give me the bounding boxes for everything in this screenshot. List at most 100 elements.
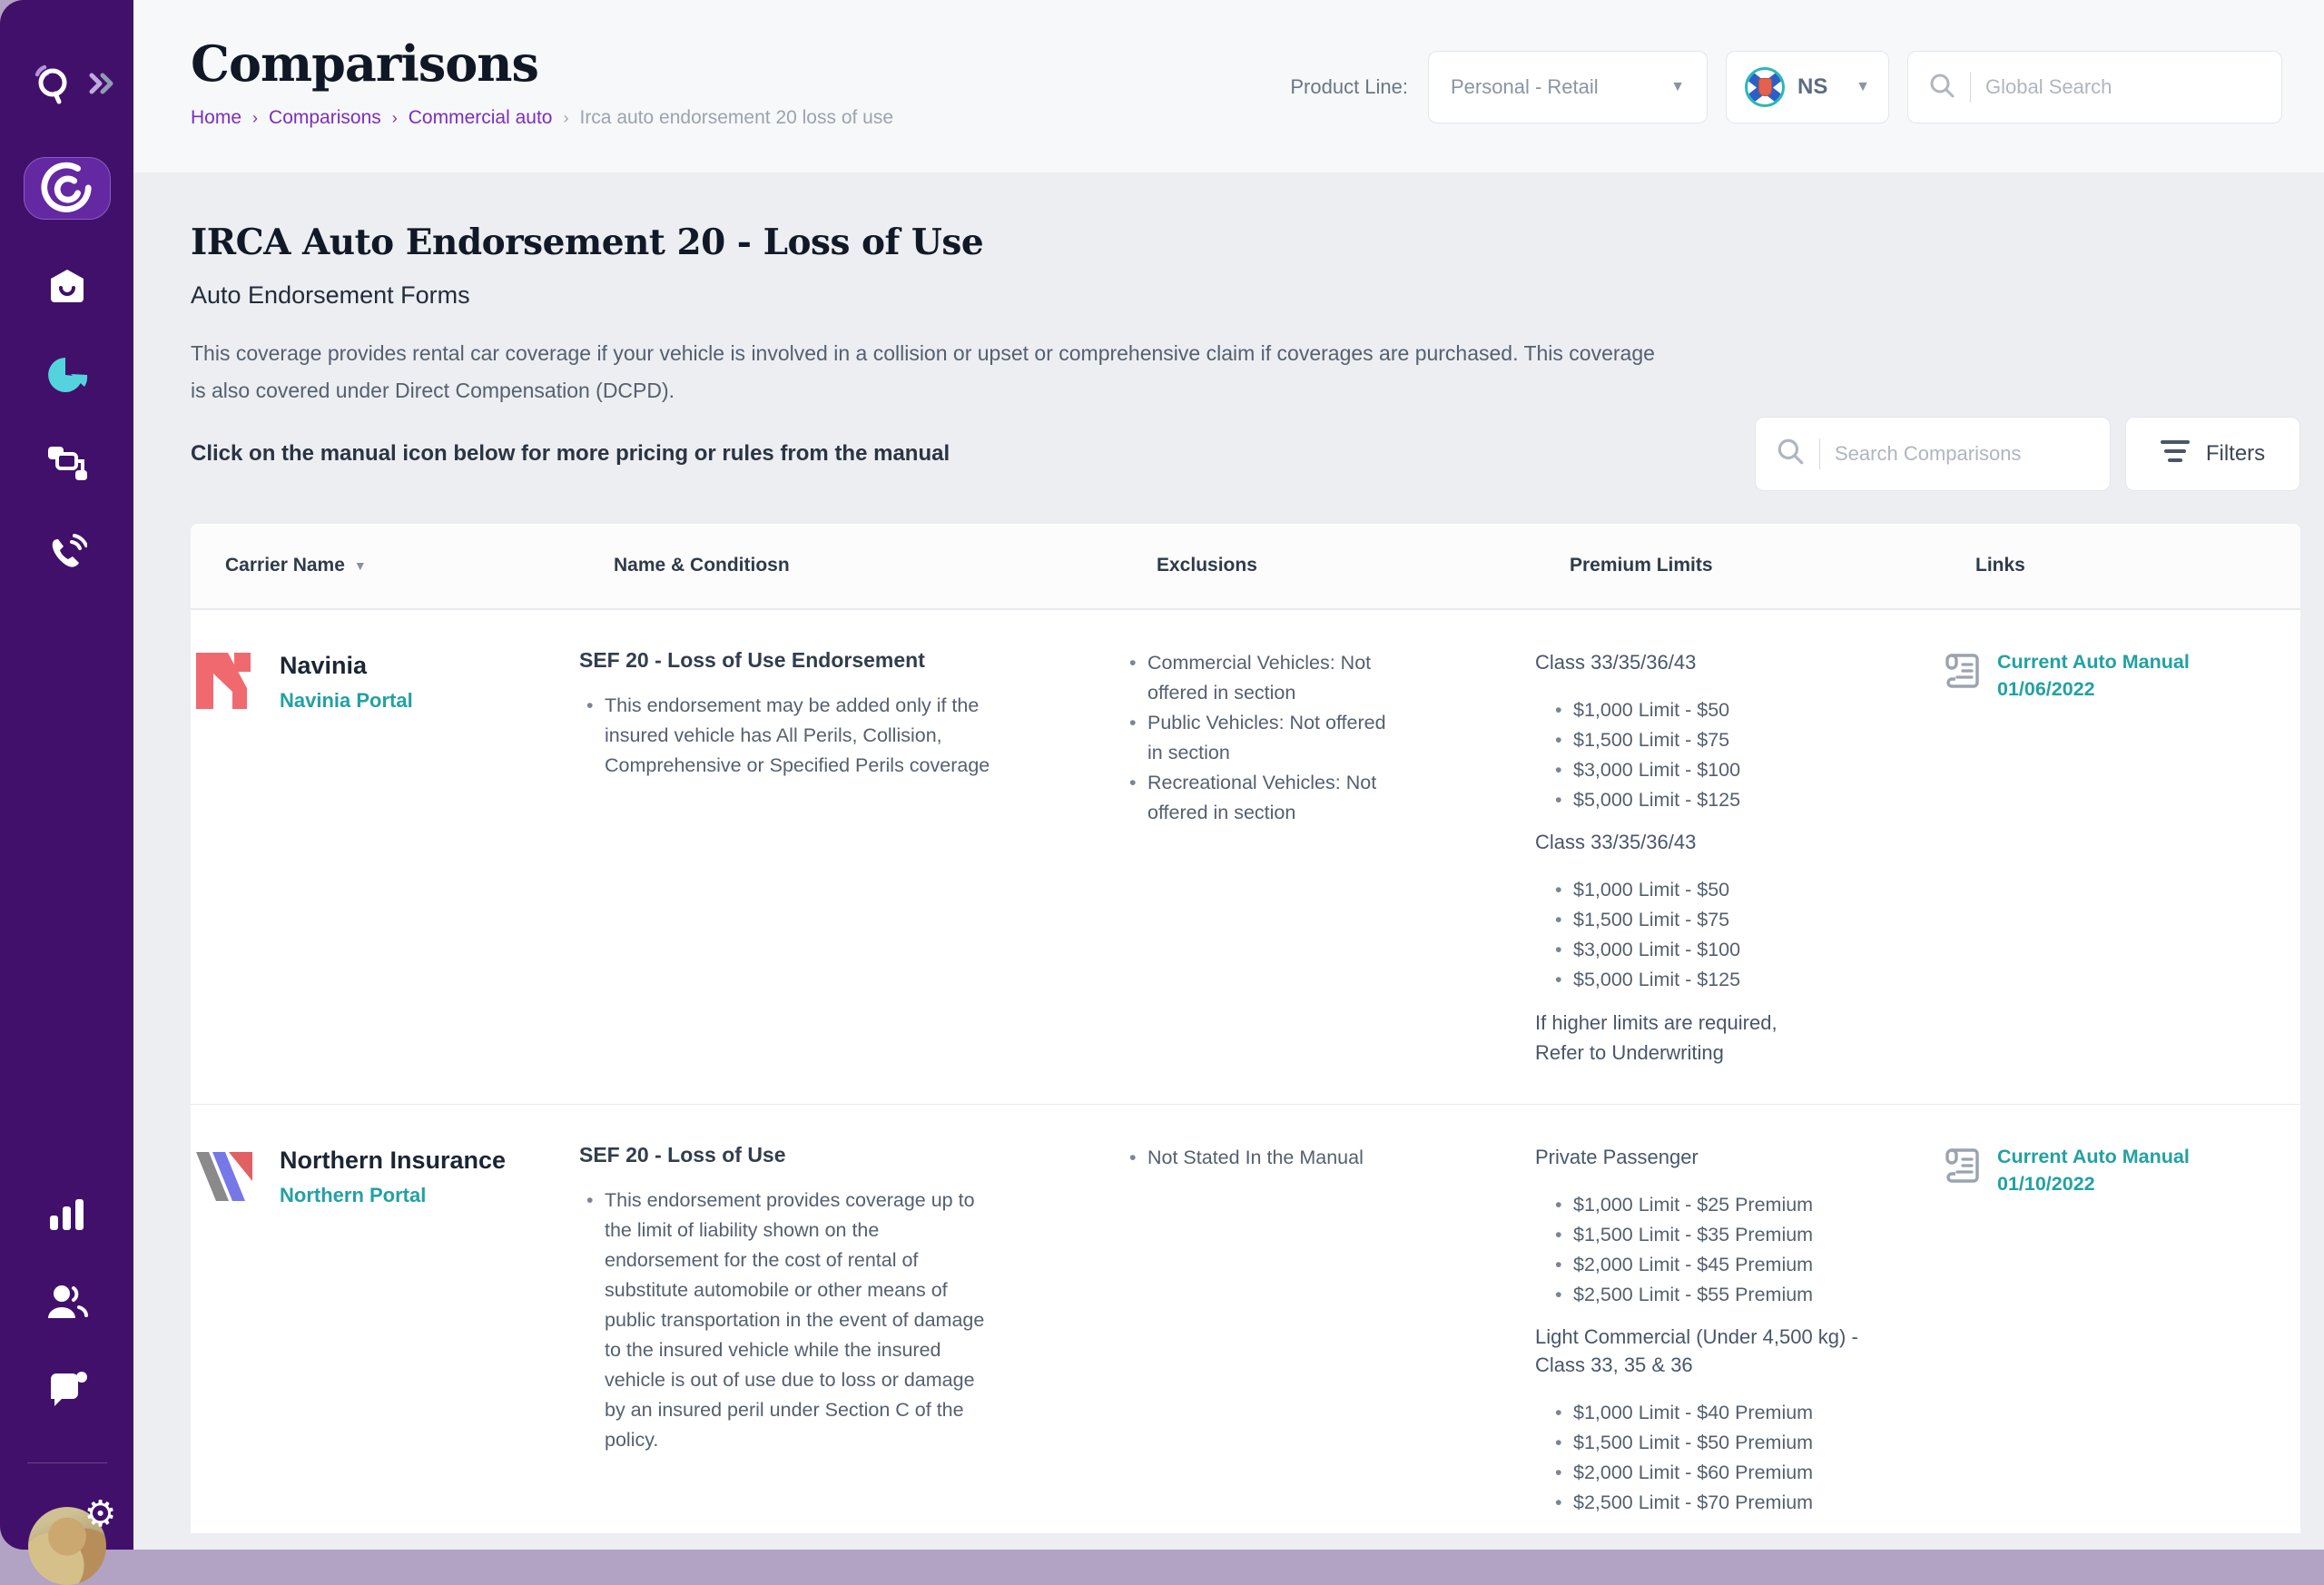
carrier-info: Northern Insurance Northern Portal — [280, 1143, 506, 1207]
condition-title: SEF 20 - Loss of Use — [579, 1143, 1080, 1167]
global-search-input[interactable] — [1985, 75, 2261, 99]
premium-item: $1,000 Limit - $50 — [1548, 695, 1871, 725]
premium-item: $2,500 Limit - $70 Premium — [1548, 1488, 1871, 1518]
exclusion-item: Recreational Vehicles: Not offered in se… — [1122, 768, 1394, 828]
bar-chart-icon — [48, 1197, 86, 1236]
sidebar-item-home[interactable] — [46, 267, 88, 309]
integrations-icon — [46, 445, 88, 487]
user-avatar[interactable]: ⚙ — [28, 1507, 106, 1585]
sidebar-item-analytics[interactable] — [46, 356, 88, 398]
breadcrumb-item[interactable]: Commercial auto — [409, 107, 553, 129]
breadcrumb-item[interactable]: Comparisons — [269, 107, 381, 129]
region-code: NS — [1797, 74, 1843, 100]
column-header-exclusions: Exclusions — [1157, 555, 1570, 576]
navinia-logo — [191, 648, 256, 718]
premium-item: $1,000 Limit - $50 — [1548, 875, 1871, 905]
premium-note: If higher limits are required,Refer to U… — [1535, 1008, 1899, 1068]
manual-link[interactable]: Current Auto Manual01/10/2022 — [1997, 1143, 2190, 1197]
breadcrumb-item[interactable]: Home — [191, 107, 241, 129]
nova-scotia-flag-icon — [1745, 67, 1785, 107]
portal-link[interactable]: Northern Portal — [280, 1184, 426, 1207]
premium-item: $3,000 Limit - $100 — [1548, 935, 1871, 965]
table-row: Northern Insurance Northern Portal SEF 20 … — [191, 1105, 2300, 1533]
chat-bubble-icon — [47, 1372, 87, 1414]
manual-link[interactable]: Current Auto Manual01/06/2022 — [1997, 648, 2190, 703]
app-logo[interactable] — [0, 60, 133, 112]
phone-icon — [47, 534, 87, 576]
links-cell: Current Auto Manual01/10/2022 — [1941, 1143, 2300, 1533]
product-line-select[interactable]: Personal - Retail ▼ — [1428, 51, 1708, 123]
premium-section: Class 33/35/36/43 $1,000 Limit - $50$1,50… — [1535, 648, 1899, 815]
product-line-label: Product Line: — [1290, 75, 1408, 99]
gear-icon[interactable]: ⚙ — [84, 1496, 117, 1532]
premium-limits-cell: Class 33/35/36/43$1,000 Limit - $50$1,50… — [1535, 648, 1941, 1068]
home-icon — [47, 266, 87, 310]
filters-button[interactable]: Filters — [2125, 417, 2300, 491]
premium-section: Class 33/35/36/43 $1,000 Limit - $50$1,50… — [1535, 828, 1899, 995]
premium-items: $1,000 Limit - $25 Premium$1,500 Limit -… — [1548, 1190, 1871, 1310]
sidebar-item-comparisons-active[interactable] — [24, 157, 111, 220]
column-header-premium-limits: Premium Limits — [1570, 555, 1975, 576]
premium-limits-cell: Private Passenger $1,000 Limit - $25 Prem… — [1535, 1143, 1941, 1533]
portal-link[interactable]: Navinia Portal — [280, 689, 413, 713]
document-description: This coverage provides rental car covera… — [191, 335, 1661, 409]
premium-item: $1,500 Limit - $75 — [1548, 905, 1871, 935]
premium-item: $2,500 Limit - $55 Premium — [1548, 1280, 1871, 1310]
premium-items: $1,000 Limit - $50$1,500 Limit - $75$3,0… — [1548, 875, 1871, 995]
condition-bullet: This endorsement may be added only if th… — [579, 691, 997, 781]
carrier-cell: Northern Insurance Northern Portal — [191, 1143, 579, 1533]
carrier-name: Northern Insurance — [280, 1147, 506, 1175]
breadcrumb: Home›Comparisons›Commercial auto›Irca au… — [191, 107, 893, 129]
exclusion-list: Commercial Vehicles: Not offered in sect… — [1122, 648, 1394, 828]
comparisons-spiral-icon — [39, 158, 95, 219]
sort-caret-icon: ▼ — [354, 558, 367, 573]
condition-bullet: This endorsement provides coverage up to… — [579, 1186, 997, 1455]
premium-heading: Light Commercial (Under 4,500 kg) - Clas… — [1535, 1323, 1871, 1379]
divider — [1970, 72, 1971, 103]
manual-icon[interactable] — [1941, 1145, 1983, 1191]
chevron-down-icon: ▼ — [1670, 79, 1685, 95]
premium-item: $2,000 Limit - $60 Premium — [1548, 1458, 1871, 1488]
links-cell: Current Auto Manual01/06/2022 — [1941, 648, 2300, 1068]
comparison-search-input[interactable] — [1835, 442, 2090, 466]
premium-heading: Class 33/35/36/43 — [1535, 828, 1871, 856]
chevron-down-icon: ▼ — [1856, 79, 1870, 95]
filter-icon — [2161, 439, 2190, 468]
premium-item: $1,500 Limit - $50 Premium — [1548, 1428, 1871, 1458]
manual-icon[interactable] — [1941, 650, 1983, 696]
premium-item: $1,500 Limit - $35 Premium — [1548, 1220, 1871, 1250]
document-subtitle: Auto Endorsement Forms — [191, 281, 2300, 310]
premium-item: $3,000 Limit - $100 — [1548, 755, 1871, 785]
premium-items: $1,000 Limit - $40 Premium$1,500 Limit -… — [1548, 1398, 1871, 1518]
sidebar-item-chat[interactable] — [46, 1372, 88, 1413]
sidebar-item-reports[interactable] — [46, 1197, 88, 1236]
manual-note: Click on the manual icon below for more … — [191, 441, 950, 467]
conditions-cell: SEF 20 - Loss of Use This endorsement pro… — [579, 1143, 1122, 1533]
exclusion-item: Commercial Vehicles: Not offered in sect… — [1122, 648, 1394, 708]
comparison-search — [1755, 417, 2111, 491]
sidebar-item-integrations[interactable] — [46, 445, 88, 487]
sidebar-divider — [27, 1462, 107, 1463]
condition-bullets: This endorsement provides coverage up to… — [579, 1186, 997, 1455]
table-header-row: Carrier Name ▼ Name & Conditiosn Exclusi… — [191, 524, 2300, 610]
premium-item: $5,000 Limit - $125 — [1548, 785, 1871, 815]
condition-bullets: This endorsement may be added only if th… — [579, 691, 997, 781]
conditions-cell: SEF 20 - Loss of Use EndorsementThis end… — [579, 648, 1122, 1068]
sidebar-item-users[interactable] — [46, 1284, 88, 1324]
exclusions-cell: Commercial Vehicles: Not offered in sect… — [1122, 648, 1535, 1068]
premium-item: $1,000 Limit - $40 Premium — [1548, 1398, 1871, 1428]
premium-items: $1,000 Limit - $50$1,500 Limit - $75$3,0… — [1548, 695, 1871, 815]
table-body: NaviniaNavinia PortalSEF 20 - Loss of Us… — [191, 610, 2300, 1533]
column-header-carrier-name[interactable]: Carrier Name ▼ — [225, 555, 614, 576]
page-title: Comparisons — [191, 34, 893, 93]
collapse-chevrons-icon[interactable] — [88, 72, 115, 100]
sidebar-item-calls[interactable] — [46, 534, 88, 576]
carrier-cell: NaviniaNavinia Portal — [191, 648, 579, 1068]
premium-heading: Private Passenger — [1535, 1143, 1871, 1171]
region-select[interactable]: NS ▼ — [1726, 51, 1889, 123]
pie-chart-icon — [46, 356, 88, 399]
top-header: Comparisons Home›Comparisons›Commercial … — [133, 0, 2324, 172]
exclusion-item: Not Stated In the Manual — [1122, 1143, 1394, 1173]
premium-heading: Class 33/35/36/43 — [1535, 648, 1871, 676]
global-search — [1907, 51, 2282, 123]
